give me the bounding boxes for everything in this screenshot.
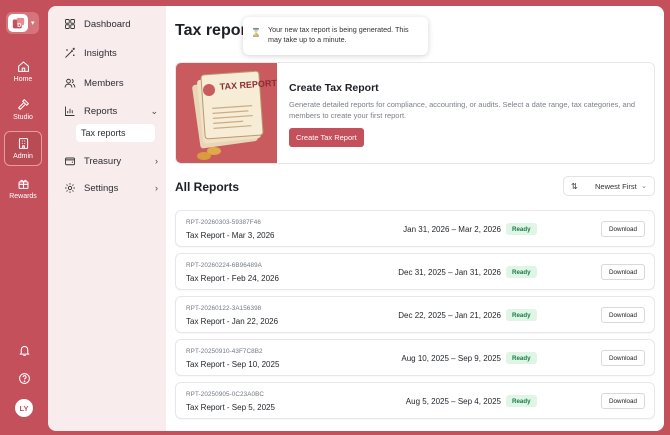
status-badge: Ready: [506, 352, 537, 364]
report-name: Tax Report - Mar 3, 2026: [186, 231, 275, 240]
report-date-range: Dec 31, 2025 – Jan 31, 2026: [398, 268, 501, 277]
download-button[interactable]: Download: [601, 264, 645, 280]
chevron-right-icon: ›: [155, 183, 158, 193]
logo-icon: D: [8, 14, 28, 32]
sidebar-item-label: Members: [84, 77, 124, 89]
report-date-range: Aug 5, 2025 – Sep 4, 2025: [405, 397, 501, 406]
rail-item-rewards[interactable]: Rewards: [4, 171, 42, 205]
report-row[interactable]: RPT-20260224-6B96489A Tax Report - Feb 2…: [175, 253, 655, 290]
sort-label: Newest First: [595, 181, 637, 191]
report-name: Tax Report - Feb 24, 2026: [186, 274, 279, 283]
report-name: Tax Report - Jan 22, 2026: [186, 317, 279, 326]
app-window: D ▾ Home Studio Admin Rewards LY Dashboa…: [0, 0, 670, 435]
report-id: RPT-20260122-3A156398: [186, 305, 262, 312]
sidebar-item-label: Treasury: [84, 155, 122, 167]
home-icon: [17, 60, 29, 72]
notifications-button[interactable]: [0, 344, 48, 357]
help-button[interactable]: [0, 372, 48, 385]
report-id: RPT-20250905-0C23A0BC: [186, 391, 265, 398]
chevron-down-icon: ⌄: [641, 183, 647, 190]
gear-icon: [65, 183, 75, 193]
banner-title: Create Tax Report: [289, 82, 379, 94]
rail-item-label: Rewards: [9, 192, 37, 200]
report-name: Tax Report - Sep 5, 2025: [186, 403, 275, 412]
bell-icon: [18, 345, 30, 356]
report-id: RPT-20260224-6B96489A: [186, 262, 262, 269]
report-row[interactable]: RPT-20260122-3A156398 Tax Report - Jan 2…: [175, 296, 655, 333]
rail-item-admin[interactable]: Admin: [4, 131, 42, 166]
rail-item-label: Studio: [13, 113, 33, 121]
chevron-down-icon: ▾: [31, 20, 35, 27]
download-button[interactable]: Download: [601, 393, 645, 409]
report-date-range: Dec 22, 2025 – Jan 21, 2026: [398, 311, 501, 320]
wallet-icon: [65, 157, 75, 166]
toast-message: Your new tax report is being generated. …: [267, 25, 409, 44]
toast-notification: ⌛ Your new tax report is being generated…: [243, 17, 428, 55]
report-row[interactable]: RPT-20250910-43F7C8B2 Tax Report - Sep 1…: [175, 339, 655, 376]
wand-icon: [65, 47, 75, 58]
svg-text:D: D: [17, 22, 21, 28]
bar-chart-icon: [65, 106, 75, 116]
building-icon: [18, 138, 28, 149]
sort-icon: ⇅: [571, 181, 578, 191]
user-menu-button[interactable]: LY: [0, 399, 48, 417]
report-id: RPT-20250910-43F7C8B2: [186, 348, 263, 355]
icon-rail: D ▾ Home Studio Admin Rewards LY: [0, 0, 48, 435]
help-icon: [18, 373, 30, 384]
sidebar-item-label: Dashboard: [84, 18, 131, 30]
sidebar-item-settings[interactable]: Settings ›: [64, 178, 158, 198]
sidebar-item-label: Settings: [84, 182, 119, 194]
sidebar-item-dashboard[interactable]: Dashboard: [64, 14, 158, 34]
chevron-right-icon: ›: [155, 156, 158, 166]
users-icon: [64, 78, 76, 88]
gift-icon: [18, 179, 28, 189]
sidebar-item-treasury[interactable]: Treasury ›: [64, 151, 158, 171]
status-badge: Ready: [506, 223, 537, 235]
sidebar-item-reports[interactable]: Reports ⌄: [64, 101, 158, 121]
download-button[interactable]: Download: [601, 307, 645, 323]
report-date-range: Jan 31, 2026 – Mar 2, 2026: [403, 225, 501, 234]
main-content: Tax reports ⌛ Your new tax report is bei…: [166, 6, 664, 431]
sidebar-item-label: Insights: [84, 47, 117, 59]
download-button[interactable]: Download: [601, 350, 645, 366]
sidebar-item-insights[interactable]: Insights: [64, 43, 158, 63]
status-badge: Ready: [506, 309, 537, 321]
tax-report-illustration: TAX REPORT: [176, 63, 277, 163]
avatar: LY: [15, 399, 33, 417]
rail-item-label: Home: [13, 75, 33, 83]
sidebar-item-members[interactable]: Members: [64, 73, 158, 93]
create-report-card: TAX REPORT Create Tax Report Generate de…: [175, 62, 655, 164]
report-name: Tax Report - Sep 10, 2025: [186, 360, 280, 369]
chevron-down-icon: ⌄: [150, 105, 158, 116]
rail-item-studio[interactable]: Studio: [4, 92, 42, 126]
status-badge: Ready: [506, 395, 537, 407]
workspace-switcher[interactable]: D ▾: [6, 12, 39, 34]
section-title: All Reports: [175, 180, 240, 194]
hammer-icon: [17, 98, 29, 110]
sidebar: Dashboard Insights Members Reports ⌄ Tax…: [48, 6, 166, 431]
sort-select[interactable]: ⇅ Newest First ⌄: [563, 176, 655, 196]
rail-item-label: Admin: [13, 153, 33, 160]
grid-icon: [65, 19, 75, 29]
hourglass-icon: ⌛: [251, 28, 261, 37]
report-date-range: Aug 10, 2025 – Sep 9, 2025: [401, 354, 501, 363]
create-tax-report-button[interactable]: Create Tax Report: [289, 128, 364, 147]
sidebar-subitem-tax-reports[interactable]: Tax reports: [76, 124, 155, 142]
report-row[interactable]: RPT-20250905-0C23A0BC Tax Report - Sep 5…: [175, 382, 655, 419]
banner-description: Generate detailed reports for compliance…: [289, 100, 636, 120]
report-id: RPT-20260303-59387F46: [186, 219, 261, 226]
download-button[interactable]: Download: [601, 221, 645, 237]
sidebar-item-label: Reports: [84, 105, 118, 117]
report-row[interactable]: RPT-20260303-59387F46 Tax Report - Mar 3…: [175, 210, 655, 247]
rail-item-home[interactable]: Home: [4, 54, 42, 88]
status-badge: Ready: [506, 266, 537, 278]
